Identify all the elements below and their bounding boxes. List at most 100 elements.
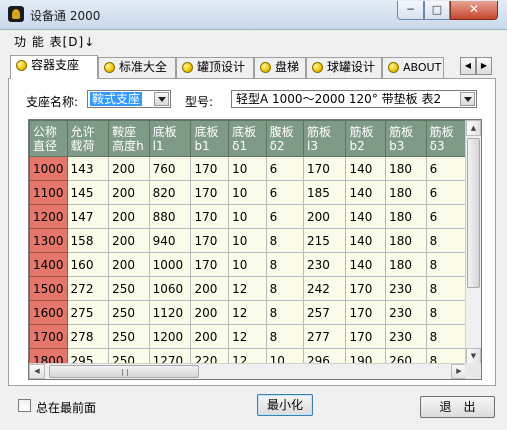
table-cell[interactable]: 200 [302, 204, 347, 229]
table-row[interactable]: 1600 275 250 1120 200 12 8 257 170 230 8 [29, 300, 467, 325]
table-cell[interactable]: 6 [425, 156, 467, 181]
table-cell[interactable]: 170 [190, 156, 230, 181]
table-cell[interactable]: 200 [108, 204, 150, 229]
table-cell[interactable]: 185 [302, 180, 347, 205]
table-row[interactable]: 1200 147 200 880 170 10 6 200 140 180 6 [29, 204, 467, 229]
table-cell[interactable]: 10 [228, 156, 267, 181]
table-cell[interactable]: 8 [425, 228, 467, 253]
table-cell[interactable]: 230 [302, 252, 347, 277]
table-cell[interactable]: 170 [345, 300, 387, 325]
table-row[interactable]: 1300 158 200 940 170 10 8 215 140 180 8 [29, 228, 467, 253]
table-cell[interactable]: 140 [345, 228, 387, 253]
table-cell[interactable]: 170 [345, 324, 387, 349]
table-cell[interactable]: 140 [345, 204, 387, 229]
column-header[interactable]: 腹板 δ2 [265, 120, 304, 157]
table-cell[interactable]: 215 [302, 228, 347, 253]
table-cell[interactable]: 145 [66, 180, 110, 205]
table-cell[interactable]: 6 [265, 180, 304, 205]
table-cell[interactable]: 272 [66, 276, 110, 301]
table-cell[interactable]: 143 [66, 156, 110, 181]
table-cell[interactable]: 8 [425, 348, 467, 364]
table-cell[interactable]: 230 [385, 276, 427, 301]
table-cell[interactable]: 180 [385, 204, 427, 229]
table-cell[interactable]: 180 [385, 252, 427, 277]
table-cell[interactable]: 296 [302, 348, 347, 364]
table-cell[interactable]: 170 [345, 276, 387, 301]
support-name-select[interactable]: 鞍式支座 [87, 90, 171, 108]
tab-scroll-right-button[interactable]: ▶ [476, 57, 492, 75]
table-cell[interactable]: 8 [425, 300, 467, 325]
table-cell[interactable]: 1200 [148, 324, 192, 349]
column-header[interactable]: 底板 δ1 [228, 120, 267, 157]
close-window-button[interactable]: ✕ [450, 1, 498, 20]
table-cell[interactable]: 200 [108, 228, 150, 253]
exit-button[interactable]: 退 出 [420, 396, 495, 418]
table-cell[interactable]: 190 [345, 348, 387, 364]
table-row[interactable]: 1700 278 250 1200 200 12 8 277 170 230 8 [29, 324, 467, 349]
table-cell[interactable]: 880 [148, 204, 192, 229]
table-cell[interactable]: 250 [108, 276, 150, 301]
table-cell[interactable]: 180 [385, 156, 427, 181]
table-cell[interactable]: 200 [190, 324, 230, 349]
horizontal-scrollbar[interactable]: ◀ ▶ [29, 363, 467, 379]
row-key-cell[interactable]: 1500 [29, 276, 68, 301]
tab-tank-roof[interactable]: 罐顶设计 [176, 57, 254, 78]
table-cell[interactable]: 200 [190, 276, 230, 301]
scroll-down-button[interactable]: ▼ [466, 348, 481, 364]
table-cell[interactable]: 820 [148, 180, 192, 205]
column-header[interactable]: 筋板 δ3 [425, 120, 467, 157]
table-row[interactable]: 1000 143 200 760 170 10 6 170 140 180 6 [29, 156, 467, 181]
table-cell[interactable]: 6 [265, 204, 304, 229]
table-cell[interactable]: 200 [108, 252, 150, 277]
table-cell[interactable]: 180 [385, 180, 427, 205]
table-cell[interactable]: 140 [345, 180, 387, 205]
table-cell[interactable]: 10 [228, 252, 267, 277]
row-key-cell[interactable]: 1600 [29, 300, 68, 325]
table-cell[interactable]: 12 [228, 324, 267, 349]
table-cell[interactable]: 278 [66, 324, 110, 349]
row-key-cell[interactable]: 1100 [29, 180, 68, 205]
table-cell[interactable]: 6 [425, 180, 467, 205]
table-cell[interactable]: 8 [265, 252, 304, 277]
table-cell[interactable]: 170 [190, 252, 230, 277]
scroll-left-button[interactable]: ◀ [29, 364, 45, 379]
table-cell[interactable]: 170 [302, 156, 347, 181]
table-cell[interactable]: 10 [228, 228, 267, 253]
minimize-button[interactable]: 最小化 [257, 394, 313, 416]
table-row[interactable]: 1500 272 250 1060 200 12 8 242 170 230 8 [29, 276, 467, 301]
table-cell[interactable]: 170 [190, 204, 230, 229]
chevron-down-icon[interactable] [154, 92, 169, 106]
column-header[interactable]: 筋板 b3 [385, 120, 427, 157]
column-header[interactable]: 筋板 l3 [302, 120, 347, 157]
table-cell[interactable]: 158 [66, 228, 110, 253]
vertical-scroll-thumb[interactable] [467, 138, 480, 288]
table-cell[interactable]: 1000 [148, 252, 192, 277]
table-cell[interactable]: 295 [66, 348, 110, 364]
row-key-cell[interactable]: 1200 [29, 204, 68, 229]
table-row[interactable]: 1800 295 250 1270 220 12 10 296 190 260 8 [29, 348, 467, 364]
column-header[interactable]: 筋板 b2 [345, 120, 387, 157]
table-cell[interactable]: 230 [385, 300, 427, 325]
table-cell[interactable]: 250 [108, 348, 150, 364]
scroll-up-button[interactable]: ▲ [466, 120, 481, 136]
table-cell[interactable]: 147 [66, 204, 110, 229]
table-row[interactable]: 1100 145 200 820 170 10 6 185 140 180 6 [29, 180, 467, 205]
always-on-top-checkbox[interactable] [18, 399, 31, 412]
column-header[interactable]: 鞍座 高度h [108, 120, 150, 157]
table-cell[interactable]: 200 [108, 180, 150, 205]
tab-standards[interactable]: 标准大全 [98, 57, 176, 78]
table-cell[interactable]: 275 [66, 300, 110, 325]
table-cell[interactable]: 8 [265, 324, 304, 349]
table-cell[interactable]: 140 [345, 156, 387, 181]
table-cell[interactable]: 140 [345, 252, 387, 277]
table-cell[interactable]: 940 [148, 228, 192, 253]
row-key-cell[interactable]: 1800 [29, 348, 68, 364]
table-row[interactable]: 1400 160 200 1000 170 10 8 230 140 180 8 [29, 252, 467, 277]
menu-functions[interactable]: 功 能 表[D]↓ [14, 33, 95, 50]
table-cell[interactable]: 10 [265, 348, 304, 364]
table-cell[interactable]: 8 [265, 228, 304, 253]
table-cell[interactable]: 1060 [148, 276, 192, 301]
row-key-cell[interactable]: 1400 [29, 252, 68, 277]
table-cell[interactable]: 12 [228, 276, 267, 301]
tab-spherical-tank[interactable]: 球罐设计 [306, 57, 382, 78]
